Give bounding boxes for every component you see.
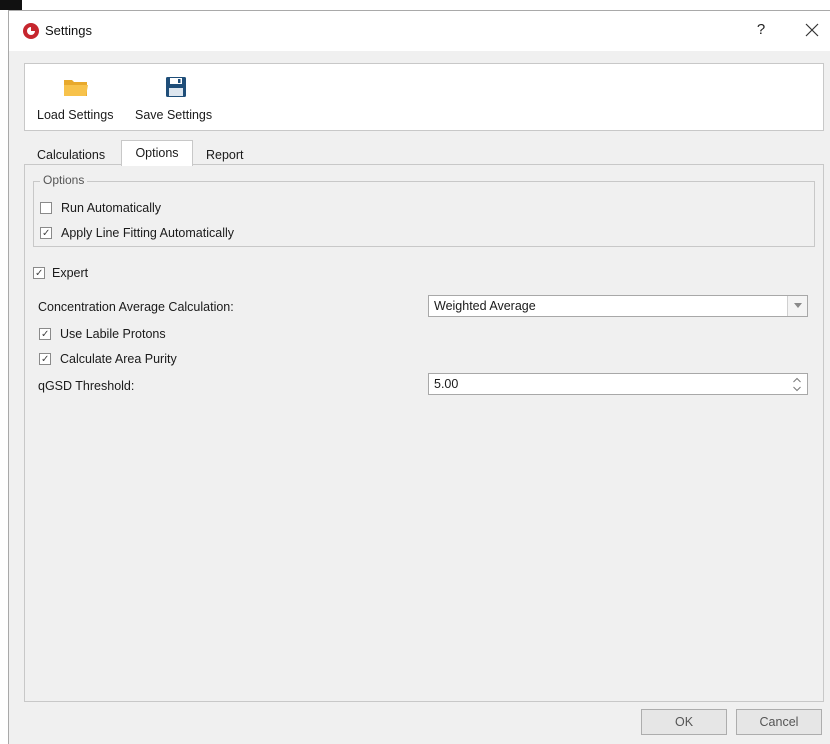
spin-arrows — [793, 377, 801, 393]
options-groupbox-title: Options — [40, 173, 88, 187]
spin-down-icon[interactable] — [793, 385, 801, 392]
tab-calculations[interactable]: Calculations — [29, 145, 113, 165]
check-mark-icon: ✓ — [41, 354, 50, 365]
tab-bar: Calculations Options Report — [24, 139, 824, 166]
close-button[interactable] — [801, 19, 823, 41]
qgsd-threshold-value: 5.00 — [434, 377, 459, 391]
spin-up-icon[interactable] — [793, 377, 801, 384]
save-settings-button[interactable]: Save Settings — [133, 64, 219, 130]
chevron-down-icon — [794, 303, 802, 308]
qgsd-threshold-label: qGSD Threshold: — [38, 379, 135, 393]
checkbox-box: ✓ — [33, 267, 45, 279]
floppy-disk-icon — [166, 77, 186, 97]
load-settings-button[interactable]: Load Settings — [35, 64, 119, 130]
toolbar: Load Settings Save Settings — [24, 63, 824, 131]
tab-report[interactable]: Report — [198, 145, 252, 165]
concentration-average-select[interactable]: Weighted Average — [428, 295, 808, 317]
load-settings-label: Load Settings — [37, 108, 114, 122]
close-icon — [805, 23, 819, 37]
calculate-area-purity-label: Calculate Area Purity — [60, 352, 177, 366]
tab-options[interactable]: Options — [121, 140, 193, 166]
expert-label: Expert — [52, 266, 89, 280]
app-logo-icon — [23, 23, 39, 39]
help-button[interactable]: ? — [751, 19, 771, 41]
check-mark-icon: ✓ — [42, 228, 51, 239]
dropdown-button[interactable] — [787, 296, 807, 316]
save-settings-label: Save Settings — [135, 108, 213, 122]
cancel-button[interactable]: Cancel — [736, 709, 822, 735]
check-mark-icon: ✓ — [41, 329, 50, 340]
apply-line-fitting-label: Apply Line Fitting Automatically — [61, 226, 235, 240]
use-labile-protons-label: Use Labile Protons — [60, 327, 166, 341]
concentration-average-label: Concentration Average Calculation: — [38, 300, 234, 314]
folder-icon — [64, 80, 88, 96]
ok-button[interactable]: OK — [641, 709, 727, 735]
checkbox-box: ✓ — [39, 328, 51, 340]
checkbox-box — [40, 202, 52, 214]
window-title: Settings — [45, 23, 92, 38]
checkbox-box: ✓ — [39, 353, 51, 365]
concentration-average-value: Weighted Average — [434, 299, 536, 313]
background-window-fragment — [0, 0, 22, 10]
check-mark-icon: ✓ — [35, 268, 44, 279]
qgsd-threshold-spinbox[interactable]: 5.00 — [428, 373, 808, 395]
run-automatically-label: Run Automatically — [61, 201, 162, 215]
title-bar: Settings ? — [9, 11, 830, 51]
settings-dialog: Settings ? Load Settings Save Settings C… — [8, 10, 830, 744]
options-groupbox: Options Run Automatically ✓ Apply Line F… — [33, 173, 815, 247]
options-panel: Options Run Automatically ✓ Apply Line F… — [24, 164, 824, 702]
checkbox-box: ✓ — [40, 227, 52, 239]
